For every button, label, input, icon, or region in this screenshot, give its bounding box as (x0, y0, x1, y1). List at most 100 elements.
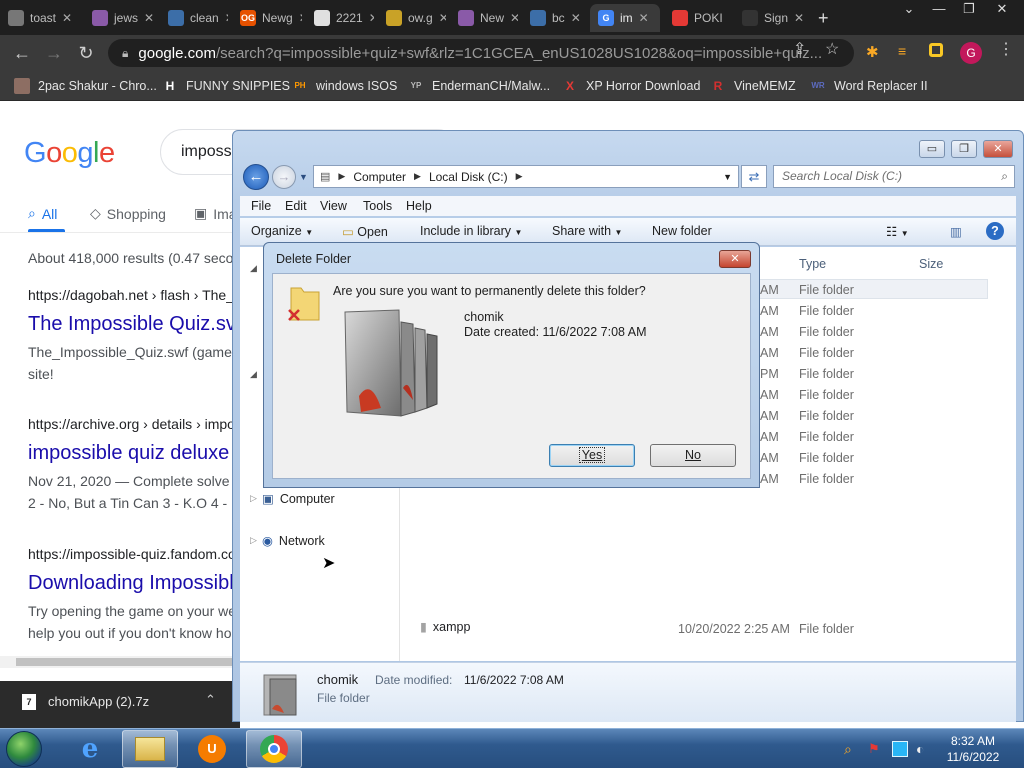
browser-tab[interactable]: ow.g ✕ (378, 4, 446, 32)
expand-arrow-icon[interactable]: ◢ (250, 263, 257, 274)
bookmark-item[interactable]: 2pac Shakur - Chro... (14, 77, 157, 95)
google-logo[interactable]: Google (24, 137, 115, 170)
side-panel-icon[interactable] (929, 43, 943, 57)
collapse-arrow-icon[interactable]: ▷ (250, 493, 262, 504)
chevron-down-icon[interactable]: ⌄ (895, 0, 923, 18)
help-icon[interactable]: ? (986, 222, 1004, 240)
media-controls-icon[interactable]: ≡ (898, 43, 916, 61)
extensions-puzzle-icon[interactable]: ✱ (866, 43, 884, 61)
bookmark-item[interactable]: H FUNNY SNIPPIES (162, 77, 290, 95)
tab-close-icon[interactable]: ✕ (144, 11, 154, 25)
bookmark-item[interactable]: X XP Horror Download (562, 77, 700, 95)
tab-close-icon[interactable]: ✕ (729, 11, 730, 25)
open-button[interactable]: ▭ Open (342, 224, 388, 239)
scrollbar-thumb[interactable] (16, 658, 240, 666)
explorer-close-button[interactable]: ✕ (983, 140, 1013, 158)
column-header-type[interactable]: Type (799, 257, 826, 271)
menu-file[interactable]: File (251, 199, 271, 213)
tab-close-icon[interactable]: ✕ (571, 11, 581, 25)
tab-close-icon[interactable]: ✕ (794, 11, 804, 25)
flag-tray-icon[interactable]: ⚑ (868, 741, 884, 757)
result-title[interactable]: Downloading Impossibl (28, 572, 234, 595)
column-header-size[interactable]: Size (919, 257, 943, 271)
browser-tab[interactable]: New ✕ (450, 4, 518, 32)
organize-button[interactable]: Organize ▼ (251, 224, 313, 238)
profile-avatar[interactable]: G (960, 42, 982, 64)
result-title[interactable]: The Impossible Quiz.sv (28, 313, 236, 336)
taskbar-chrome[interactable] (246, 730, 302, 768)
chevron-up-icon[interactable]: ⌃ (205, 692, 216, 708)
taskbar-uc-browser[interactable]: U (184, 730, 240, 768)
taskbar-internet-explorer[interactable]: e (62, 730, 118, 768)
share-with-button[interactable]: Share with ▼ (552, 224, 622, 238)
bookmark-star-icon[interactable]: ☆ (825, 39, 839, 59)
view-options-icon[interactable]: ☷ ▼ (886, 224, 909, 239)
forward-button[interactable]: → (272, 165, 296, 189)
menu-edit[interactable]: Edit (285, 199, 307, 213)
file-row-xampp[interactable]: ▮ xampp (420, 619, 470, 635)
search-tray-icon[interactable]: ⌕ (844, 741, 860, 757)
tab-images[interactable]: ▣ Ima (194, 205, 237, 222)
result-cite[interactable]: https://archive.org › details › impo (28, 416, 235, 432)
recent-pages-chevron-icon[interactable]: ▼ (299, 172, 308, 182)
tab-shopping[interactable]: ◇ Shopping (90, 205, 166, 222)
breadcrumb-local-disk[interactable]: Local Disk (C:) (429, 170, 508, 184)
bookmark-item[interactable]: PH windows ISOS (292, 77, 397, 95)
tab-close-icon[interactable]: ✕ (299, 11, 302, 25)
address-bar[interactable]: 🔒︎ google.com /search?q=impossible+quiz+… (108, 39, 854, 67)
taskbar-clock[interactable]: 8:32 AM 11/6/2022 (938, 733, 1008, 765)
address-breadcrumb[interactable]: ▤ ▶ Computer ▶ Local Disk (C:) ▶ ▼ (313, 165, 739, 188)
tab-close-icon[interactable]: ✕ (369, 11, 374, 25)
volume-tray-icon[interactable]: ◐ (916, 741, 932, 757)
include-in-library-button[interactable]: Include in library ▼ (420, 224, 522, 238)
more-menu-icon[interactable]: ⋮ (998, 39, 1014, 59)
tab-close-icon[interactable]: ✕ (225, 11, 228, 25)
tab-close-icon[interactable]: ✕ (439, 11, 446, 25)
start-button[interactable] (6, 731, 42, 767)
expand-arrow-icon[interactable]: ◢ (250, 369, 257, 380)
refresh-button[interactable]: ⇄ (741, 165, 767, 188)
close-window-button[interactable]: ✕ (988, 0, 1016, 18)
new-tab-button[interactable]: + (818, 8, 829, 29)
bookmark-item[interactable]: YP EndermanCH/Malw... (408, 77, 550, 95)
result-cite[interactable]: https://impossible-quiz.fandom.co (28, 546, 236, 562)
minimize-window-button[interactable]: — (925, 0, 953, 18)
taskbar-windows-explorer[interactable] (122, 730, 178, 768)
explorer-maximize-button[interactable]: ❐ (951, 140, 977, 158)
browser-tab[interactable]: Sign ✕ (734, 4, 804, 32)
reload-icon[interactable]: ↻ (74, 41, 98, 65)
browser-tab[interactable]: Gim ✕ (590, 4, 660, 32)
tab-all[interactable]: ⌕ All (28, 205, 57, 222)
address-dropdown-icon[interactable]: ▼ (723, 172, 732, 182)
breadcrumb-computer[interactable]: Computer (353, 170, 406, 184)
tab-close-icon[interactable]: ✕ (62, 11, 72, 25)
monitor-tray-icon[interactable] (892, 741, 908, 757)
share-icon[interactable]: ⇪ (793, 39, 806, 59)
collapse-arrow-icon[interactable]: ▷ (250, 535, 262, 546)
nav-item-network[interactable]: ▷ ◉ Network (250, 533, 325, 549)
menu-tools[interactable]: Tools (363, 199, 392, 213)
explorer-search-input[interactable]: Search Local Disk (C:) ⌕ (773, 165, 1015, 188)
bookmark-item[interactable]: WR Word Replacer II (810, 77, 927, 95)
explorer-minimize-button[interactable]: ▭ (919, 140, 945, 158)
browser-tab[interactable]: bc ✕ (522, 4, 586, 32)
new-folder-button[interactable]: New folder (652, 224, 712, 238)
browser-tab[interactable]: OG Newg ✕ (232, 4, 302, 32)
preview-pane-icon[interactable]: ▥ (950, 224, 962, 239)
result-cite[interactable]: https://dagobah.net › flash › The_ (28, 287, 234, 303)
forward-arrow-icon[interactable]: → (42, 41, 66, 65)
nav-item-computer[interactable]: ▷ ▣ Computer (250, 491, 335, 507)
no-button[interactable]: No (650, 444, 736, 467)
yes-button[interactable]: Yes (549, 444, 635, 467)
bookmark-item[interactable]: R VineMEMZ (710, 77, 796, 95)
browser-tab[interactable]: 2221 ✕ (306, 4, 374, 32)
restore-window-button[interactable]: ❐ (955, 0, 983, 18)
menu-view[interactable]: View (320, 199, 347, 213)
browser-tab[interactable]: clean ✕ (160, 4, 228, 32)
back-button[interactable]: ← (243, 164, 269, 190)
tab-close-icon[interactable]: ✕ (639, 11, 649, 25)
horizontal-scrollbar[interactable] (0, 656, 240, 668)
back-arrow-icon[interactable]: ← (10, 41, 34, 65)
browser-tab[interactable]: jews ✕ (84, 4, 156, 32)
menu-help[interactable]: Help (406, 199, 432, 213)
